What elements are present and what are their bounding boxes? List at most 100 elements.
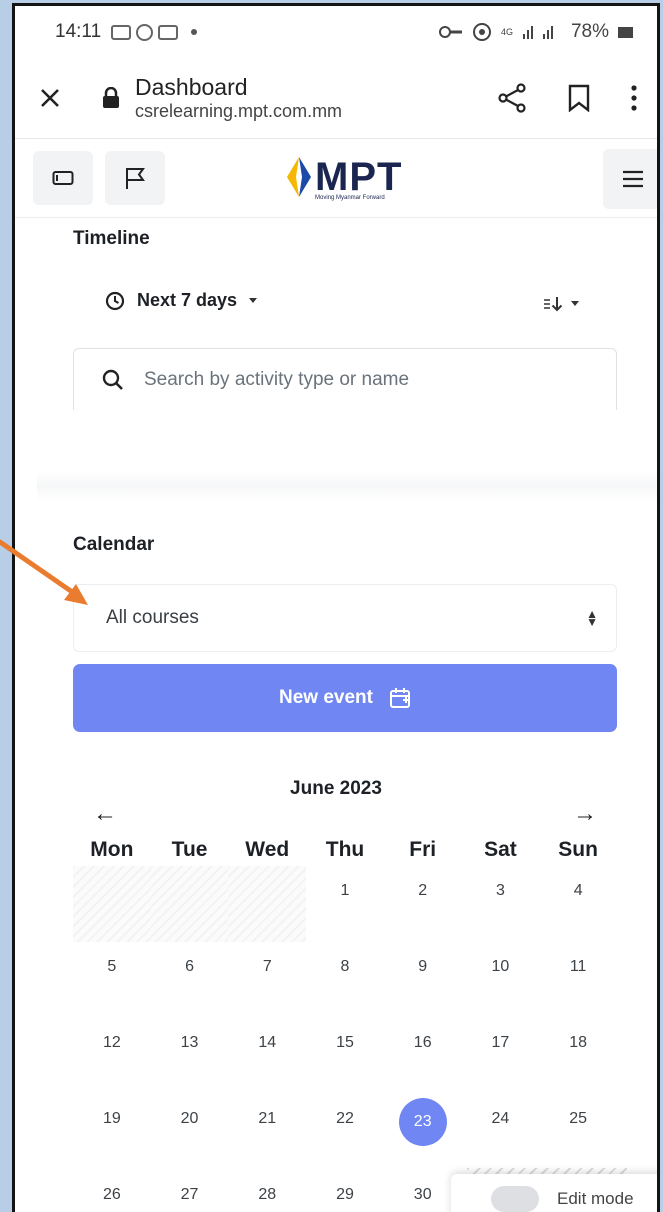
weekday-label: Tue	[171, 838, 208, 861]
calendar-day[interactable]: 30	[384, 1170, 462, 1212]
day-number: 8	[340, 958, 350, 975]
calendar-day[interactable]: 16	[384, 1018, 462, 1094]
day-number: 27	[180, 1186, 199, 1203]
calendar-grid: 1 2 3 4 5 6 7 8 9 10 11 12 13 14 15 16 17 18 19 20 21 22 23 24 2…	[73, 866, 617, 1212]
day-number: 14	[258, 1034, 277, 1051]
previous-month-arrow[interactable]: ←	[93, 800, 117, 828]
drawer-toggle-button[interactable]	[33, 151, 93, 205]
course-filter-select[interactable]: All courses ▲ ▼	[73, 584, 617, 652]
calendar-day[interactable]: 23	[384, 1094, 462, 1170]
day-number: 2	[418, 882, 428, 899]
today-marker: 23	[398, 1098, 447, 1146]
day-number: 30	[413, 1186, 432, 1203]
site-header: MPT Moving Myanmar Forward	[15, 138, 657, 218]
calendar-day[interactable]: 1	[306, 866, 384, 942]
calendar-day[interactable]: 8	[306, 942, 384, 1018]
weekday-label: Mon	[90, 838, 134, 861]
calendar-day[interactable]: 3	[462, 866, 540, 942]
calendar-day[interactable]: 5	[73, 942, 151, 1018]
caret-down-icon	[571, 301, 579, 306]
flag-button[interactable]	[105, 151, 165, 205]
annotation-arrow-icon	[0, 539, 88, 605]
calendar-day[interactable]: 6	[151, 942, 229, 1018]
timeline-filter-dropdown[interactable]: Next 7 days	[105, 290, 258, 311]
hamburger-icon	[623, 170, 643, 188]
toggle-switch[interactable]	[491, 1186, 539, 1212]
calendar-day[interactable]: 2	[384, 866, 462, 942]
new-event-button[interactable]: New event	[73, 664, 617, 732]
weekday-label: Thu	[325, 838, 365, 861]
weekday-label: Sun	[558, 838, 598, 861]
timeline-title: Timeline	[73, 228, 150, 249]
day-number: 11	[569, 958, 587, 975]
edit-mode-label: Edit mode	[557, 1189, 634, 1208]
mail-notification-icon	[158, 24, 179, 40]
bookmark-icon[interactable]	[567, 84, 591, 112]
day-number: 17	[491, 1034, 510, 1051]
calendar-day[interactable]: 22	[306, 1094, 384, 1170]
day-number: 12	[102, 1034, 121, 1051]
calendar-day[interactable]: 9	[384, 942, 462, 1018]
calendar-day[interactable]: 26	[73, 1170, 151, 1212]
calendar-day[interactable]: 18	[539, 1018, 617, 1094]
network-type: 4G	[500, 26, 513, 37]
calendar-day[interactable]: 17	[462, 1018, 540, 1094]
calendar-day[interactable]: 14	[228, 1018, 306, 1094]
day-number: 29	[336, 1186, 354, 1203]
timeline-search-input[interactable]: Search by activity type or name	[73, 348, 617, 410]
calendar-day[interactable]: 19	[73, 1094, 151, 1170]
calendar-plus-icon	[389, 688, 410, 708]
calendar-day[interactable]: 25	[539, 1094, 617, 1170]
more-options-icon[interactable]	[631, 85, 637, 111]
logo-tagline: Moving Myanmar Forward	[315, 195, 385, 201]
lock-icon	[103, 87, 119, 108]
caret-down-icon	[249, 297, 258, 303]
calendar-day[interactable]: 11	[539, 942, 617, 1018]
main-menu-button[interactable]	[603, 149, 657, 209]
calendar-day[interactable]: 20	[151, 1094, 229, 1170]
edit-mode-toggle[interactable]: Edit mode	[451, 1174, 657, 1212]
more-notifications-icon	[191, 29, 198, 35]
day-number: 18	[569, 1034, 588, 1051]
close-icon[interactable]	[39, 87, 61, 109]
timeline-sort-dropdown[interactable]	[543, 296, 579, 312]
day-number: 21	[258, 1110, 277, 1127]
battery-percent: 78%	[570, 21, 609, 42]
day-number: 1	[340, 882, 350, 899]
day-number: 15	[336, 1034, 354, 1051]
calendar-day[interactable]: 4	[539, 866, 617, 942]
calendar-day[interactable]: 21	[228, 1094, 306, 1170]
day-number: 24	[491, 1110, 510, 1127]
calendar-day[interactable]: 28	[228, 1170, 306, 1212]
search-placeholder: Search by activity type or name	[144, 368, 410, 390]
page-title: Dashboard	[135, 74, 248, 100]
hotspot-icon	[472, 23, 491, 41]
day-number: 10	[491, 958, 510, 975]
calendar-day[interactable]: 7	[228, 942, 306, 1018]
day-number: 22	[336, 1110, 354, 1127]
status-bar: 14:11 4G 78%	[15, 6, 657, 58]
calendar-day[interactable]: 12	[73, 1018, 151, 1094]
clock-icon	[105, 291, 125, 310]
flag-icon	[126, 168, 145, 189]
next-month-arrow[interactable]: →	[573, 800, 597, 828]
day-number: 6	[185, 958, 195, 975]
weekday-label: Wed	[245, 838, 290, 861]
day-number: 26	[102, 1186, 121, 1203]
url-info[interactable]: Dashboard csrelearning.mpt.com.mm	[135, 74, 342, 122]
weekday-label: Sat	[484, 838, 517, 861]
new-event-label: New event	[279, 687, 373, 708]
calendar-day[interactable]: 15	[306, 1018, 384, 1094]
calendar-day[interactable]: 27	[151, 1170, 229, 1212]
day-number: 16	[413, 1034, 432, 1051]
mpt-logo[interactable]: MPT Moving Myanmar Forward	[285, 155, 402, 201]
calendar-day[interactable]: 29	[306, 1170, 384, 1212]
day-number: 25	[569, 1110, 588, 1127]
day-number: 7	[262, 958, 272, 975]
calendar-day[interactable]: 13	[151, 1018, 229, 1094]
calendar-day[interactable]: 10	[462, 942, 540, 1018]
key-icon	[438, 26, 462, 38]
share-icon[interactable]	[497, 83, 527, 113]
calendar-day[interactable]: 24	[462, 1094, 540, 1170]
gallery-notification-icon	[111, 24, 132, 40]
